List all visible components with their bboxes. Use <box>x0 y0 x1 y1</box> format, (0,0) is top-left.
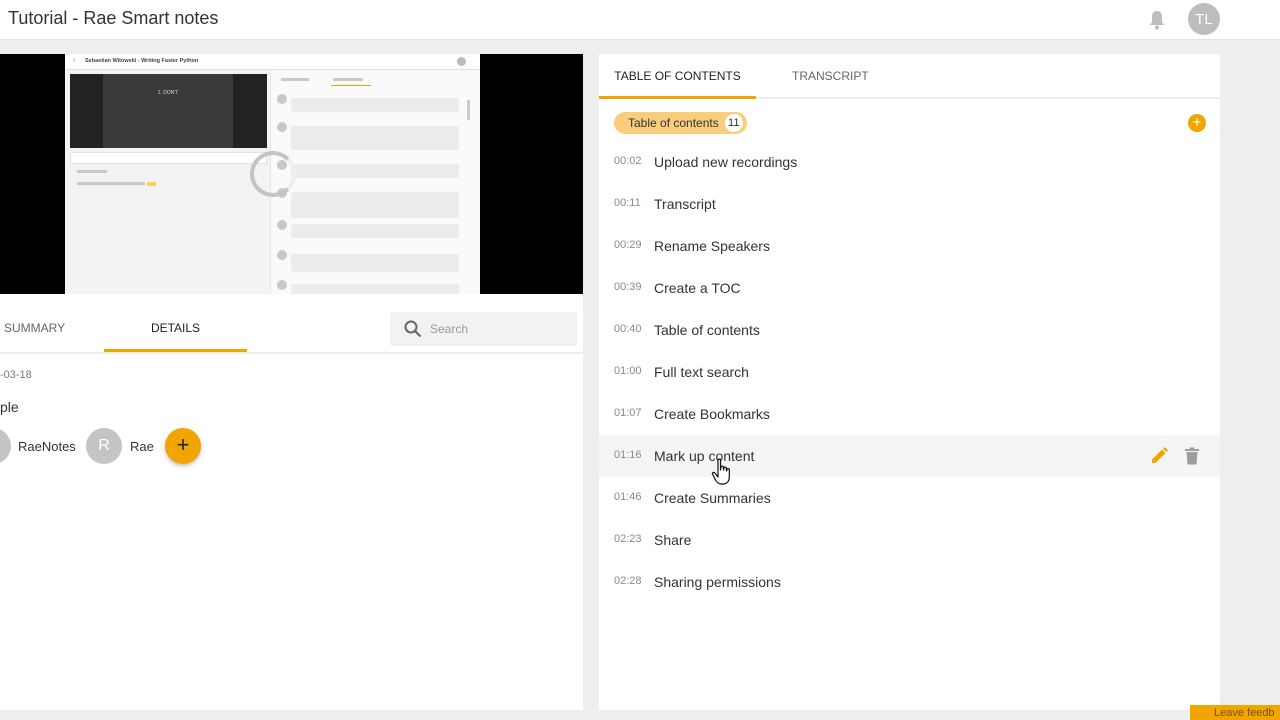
toc-item[interactable]: 00:11 Transcript <box>599 183 1220 225</box>
thumbnail-avatar <box>277 220 287 230</box>
participant-avatar <box>0 428 11 464</box>
thumbnail-title: Sebastian Witowski - Writing Faster Pyth… <box>85 58 199 64</box>
pencil-icon[interactable] <box>1149 446 1169 466</box>
participant-name: RaeNotes <box>18 439 76 454</box>
toc-label: Share <box>654 532 692 548</box>
bell-icon[interactable] <box>1148 10 1166 30</box>
toc-item[interactable]: 00:40 Table of contents <box>599 309 1220 351</box>
video-player[interactable]: ‹ Sebastian Witowski - Writing Faster Py… <box>0 54 583 294</box>
thumbnail-text-line <box>333 78 363 81</box>
toc-label: Create a TOC <box>654 280 741 296</box>
toc-item[interactable]: 00:39 Create a TOC <box>599 267 1220 309</box>
toc-label: Table of contents <box>654 322 760 338</box>
search-icon <box>404 320 422 338</box>
tab-transcript[interactable]: TRANSCRIPT <box>792 69 869 83</box>
toc-label: Mark up content <box>654 448 755 464</box>
toc-label: Upload new recordings <box>654 154 798 170</box>
thumbnail-avatar <box>277 122 287 132</box>
toc-timestamp: 01:46 <box>614 491 642 503</box>
toc-label: Full text search <box>654 364 749 380</box>
add-participant-button[interactable]: + <box>165 428 201 464</box>
recording-date: -03-18 <box>0 369 32 381</box>
leave-feedback-button[interactable]: Leave feedb <box>1190 705 1280 720</box>
participant-avatar: R <box>86 428 122 464</box>
thumbnail-scrollbar <box>467 100 470 120</box>
add-toc-entry-button[interactable]: + <box>1188 114 1206 132</box>
toc-label: Rename Speakers <box>654 238 770 254</box>
toc-label: Transcript <box>654 196 716 212</box>
tab-details[interactable]: DETAILS <box>104 314 247 352</box>
thumbnail-bubble <box>291 98 459 112</box>
toc-item-hovered[interactable]: 01:16 Mark up content <box>599 435 1220 477</box>
thumbnail-slide-text: 1. DON'T <box>157 90 179 96</box>
tab-summary[interactable]: SUMMARY <box>4 321 65 335</box>
recording-name: ple <box>0 399 19 415</box>
toc-timestamp: 01:07 <box>614 407 642 419</box>
thumbnail-menu-icon <box>457 57 466 66</box>
thumbnail-transcript <box>270 70 480 294</box>
thumbnail-highlight <box>147 182 156 186</box>
toc-item[interactable]: 02:23 Share <box>599 519 1220 561</box>
toc-timestamp: 00:11 <box>614 197 641 209</box>
top-bar: Tutorial - Rae Smart notes TL <box>0 0 1280 40</box>
toc-item[interactable]: 00:29 Rename Speakers <box>599 225 1220 267</box>
toc-item[interactable]: 01:07 Create Bookmarks <box>599 393 1220 435</box>
toc-label: Create Summaries <box>654 490 771 506</box>
thumbnail-bubble <box>291 192 459 218</box>
thumbnail-avatar <box>277 250 287 260</box>
thumbnail-back-icon: ‹ <box>73 57 76 64</box>
toc-timestamp: 00:40 <box>614 323 642 335</box>
right-tabs: TABLE OF CONTENTS TRANSCRIPT <box>599 54 1220 99</box>
thumbnail-header: ‹ Sebastian Witowski - Writing Faster Py… <box>65 54 480 70</box>
toc-item[interactable]: 01:46 Create Summaries <box>599 477 1220 519</box>
toc-item[interactable]: 01:00 Full text search <box>599 351 1220 393</box>
tab-table-of-contents[interactable]: TABLE OF CONTENTS <box>599 54 756 99</box>
thumbnail-bubble <box>291 126 459 150</box>
participant-name: Rae <box>130 439 154 454</box>
toc-item[interactable]: 02:28 Sharing permissions <box>599 561 1220 603</box>
toc-label: Sharing permissions <box>654 574 781 590</box>
thumbnail-tab-indicator <box>331 85 371 86</box>
toc-list: 00:02 Upload new recordings 00:11 Transc… <box>599 141 1220 603</box>
toc-timestamp: 02:28 <box>614 575 642 587</box>
toc-timestamp: 01:16 <box>614 449 642 461</box>
toc-chip-label: Table of contents <box>628 116 719 130</box>
thumbnail-text-line <box>77 182 145 185</box>
toc-timestamp: 00:02 <box>614 155 642 167</box>
thumbnail-avatar <box>277 280 287 290</box>
thumbnail-video: 1. DON'T <box>70 74 267 163</box>
video-thumbnail: ‹ Sebastian Witowski - Writing Faster Py… <box>65 54 480 294</box>
thumbnail-bubble <box>291 164 459 178</box>
loading-spinner <box>250 151 296 197</box>
thumbnail-slide: 1. DON'T <box>103 74 233 148</box>
thumbnail-bubble <box>291 284 459 294</box>
thumbnail-avatar <box>277 94 287 104</box>
thumbnail-bubble <box>291 254 459 272</box>
thumbnail-text-line <box>77 170 107 173</box>
toc-count-badge: 11 <box>724 114 743 132</box>
left-panel: ‹ Sebastian Witowski - Writing Faster Py… <box>0 54 583 710</box>
thumbnail-text-line <box>281 78 309 81</box>
toc-timestamp: 00:29 <box>614 239 642 251</box>
thumbnail-bubble <box>291 224 459 238</box>
search-input[interactable] <box>430 319 570 339</box>
thumbnail-search <box>70 152 267 164</box>
toc-item[interactable]: 00:02 Upload new recordings <box>599 141 1220 183</box>
toc-timestamp: 02:23 <box>614 533 642 545</box>
trash-icon[interactable] <box>1184 447 1200 465</box>
hand-cursor-icon <box>711 458 730 485</box>
toc-filter-chip[interactable]: Table of contents 11 <box>614 112 747 134</box>
page-title: Tutorial - Rae Smart notes <box>8 8 219 28</box>
toc-timestamp: 01:00 <box>614 365 642 377</box>
user-avatar[interactable]: TL <box>1188 3 1220 35</box>
search-box <box>390 312 577 346</box>
toc-label: Create Bookmarks <box>654 406 770 422</box>
right-panel: TABLE OF CONTENTS TRANSCRIPT Table of co… <box>599 54 1220 710</box>
toc-timestamp: 00:39 <box>614 281 642 293</box>
